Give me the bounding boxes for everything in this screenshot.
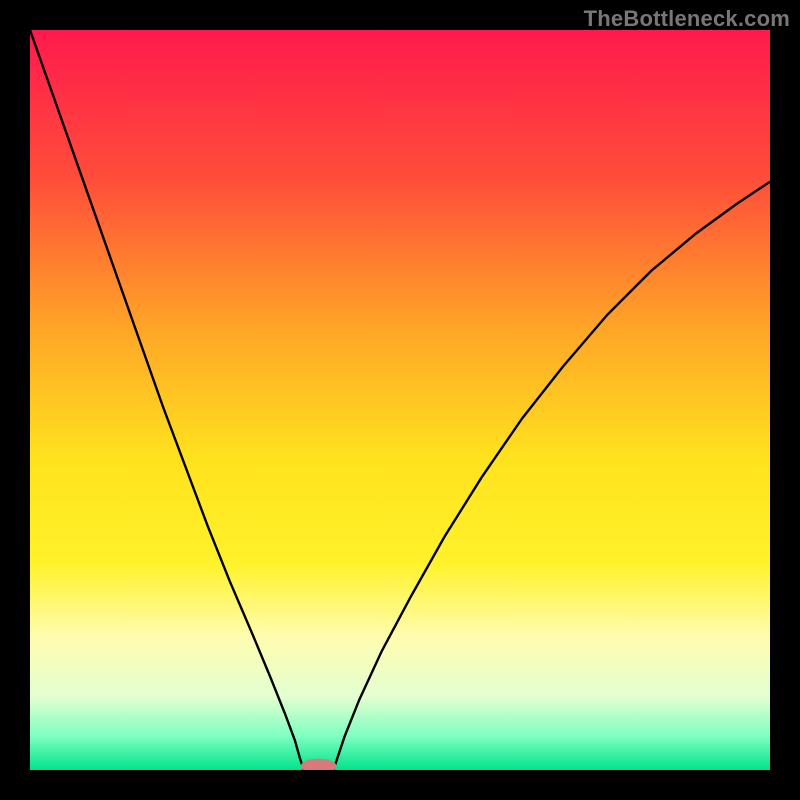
watermark-text: TheBottleneck.com [584, 6, 790, 32]
chart-frame [30, 30, 770, 770]
chart-background [30, 30, 770, 770]
bottleneck-chart [30, 30, 770, 770]
